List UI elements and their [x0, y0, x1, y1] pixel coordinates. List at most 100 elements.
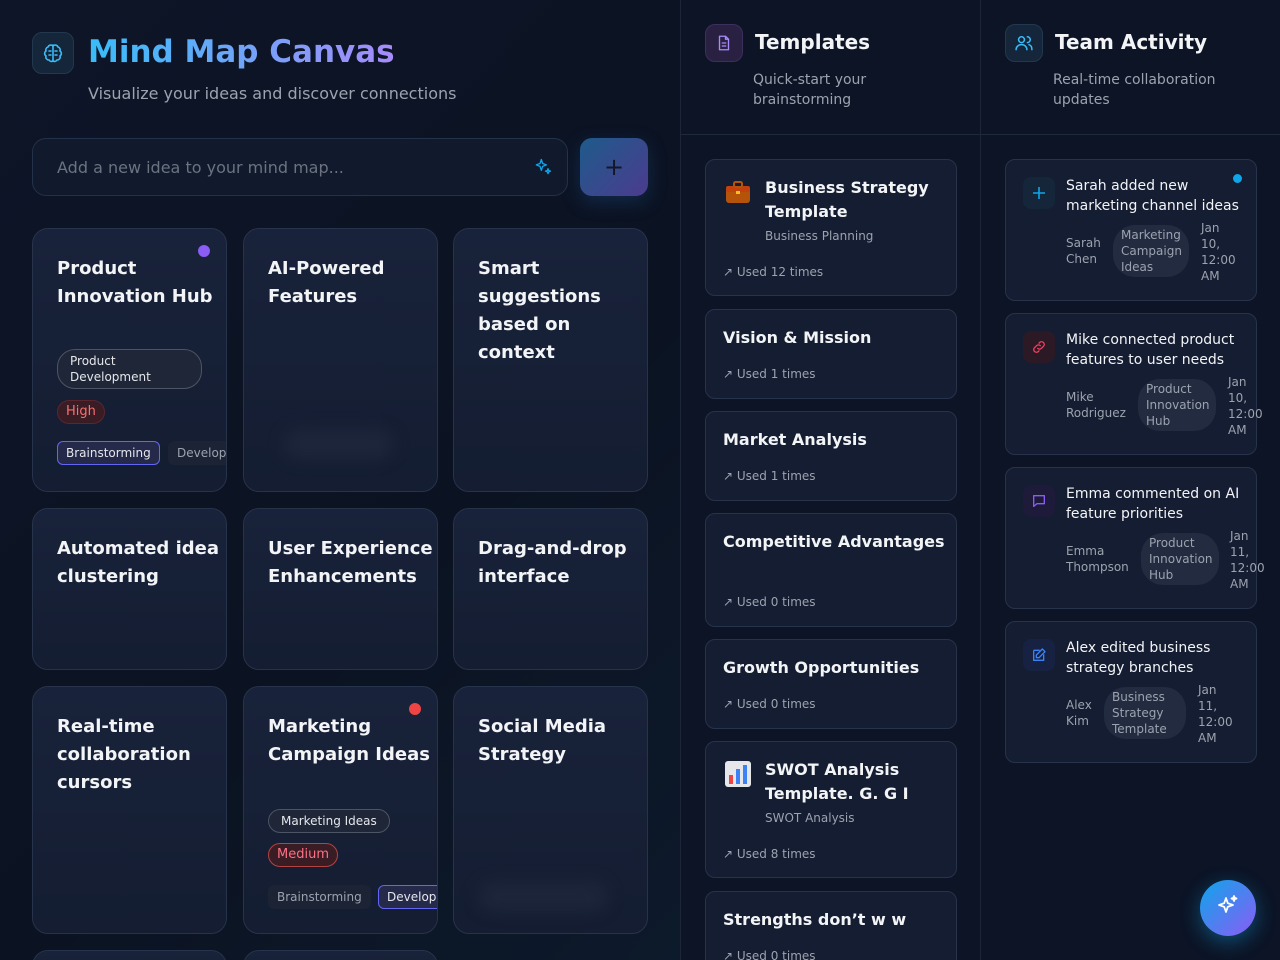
- activity-date: Jan 11, 12:00 AM: [1198, 683, 1233, 745]
- template-title: Vision & Mission: [723, 328, 872, 347]
- card-title: Drag-and-drop interface: [478, 538, 627, 587]
- template-title: Growth Opportunities: [723, 658, 920, 677]
- templates-panel: Templates Quick-start your brainstorming…: [680, 0, 980, 960]
- template-card[interactable]: SWOT Analysis Template. G. G I SWOT Anal…: [705, 741, 957, 878]
- template-usage: ↗ Used 8 times: [723, 847, 816, 861]
- stage-brainstorming[interactable]: Brainstorming: [268, 885, 371, 909]
- blurred-placeholder: [284, 429, 394, 459]
- link-icon: [1023, 331, 1055, 363]
- plus-icon: [1023, 177, 1055, 209]
- activity-reference[interactable]: Product Innovation Hub: [1141, 533, 1219, 585]
- template-usage: ↗ Used 1 times: [723, 367, 816, 381]
- activity-user: Emma Thompson: [1066, 544, 1129, 574]
- stage-developing[interactable]: Developing: [168, 441, 226, 465]
- idea-card[interactable]: User Experience Enhancements: [243, 508, 438, 670]
- trend-icon: ↗: [723, 697, 737, 711]
- priority-badge: High: [57, 400, 105, 424]
- card-title: Automated idea clustering: [57, 538, 219, 587]
- card-title: Marketing Campaign Ideas: [268, 716, 430, 765]
- idea-input-box: [32, 138, 568, 196]
- card-title: Social Media Strategy: [478, 716, 607, 765]
- activity-header: Team Activity Real-time collaboration up…: [981, 0, 1280, 135]
- activity-text: Emma commented on AI feature priorities: [1066, 486, 1240, 522]
- template-card[interactable]: Market Analysis ↗ Used 1 times: [705, 411, 957, 501]
- header: Mind Map Canvas Visualize your ideas and…: [32, 32, 652, 112]
- card-title: Smart suggestions based on context: [478, 258, 601, 363]
- idea-card[interactable]: [243, 950, 438, 960]
- activity-item[interactable]: Alex edited business strategy branches A…: [1005, 621, 1257, 763]
- edit-icon: [1023, 639, 1055, 671]
- activity-text: Sarah added new marketing channel ideas: [1066, 178, 1239, 214]
- activity-text: Alex edited business strategy branches: [1066, 640, 1211, 676]
- add-idea-button[interactable]: +: [580, 138, 648, 196]
- trend-icon: ↗: [723, 265, 737, 279]
- idea-card[interactable]: Automated idea clustering: [32, 508, 227, 670]
- activity-title: Team Activity: [1055, 30, 1208, 54]
- activity-reference[interactable]: Business Strategy Template: [1104, 687, 1186, 739]
- idea-card[interactable]: Real-time collaboration cursors: [32, 686, 227, 934]
- template-usage: ↗ Used 0 times: [723, 949, 816, 960]
- idea-card[interactable]: Product Innovation Hub Product Developme…: [32, 228, 227, 492]
- activity-item[interactable]: Emma commented on AI feature priorities …: [1005, 467, 1265, 609]
- trend-icon: ↗: [723, 949, 737, 960]
- card-title: AI-Powered Features: [268, 258, 385, 307]
- comment-icon: [1023, 485, 1055, 517]
- template-title: Market Analysis: [723, 430, 867, 449]
- template-card[interactable]: Business Strategy Template Business Plan…: [705, 159, 957, 296]
- template-title: Competitive Advantages: [723, 532, 945, 551]
- brain-icon: [32, 32, 74, 74]
- page-subtitle: Visualize your ideas and discover connec…: [88, 84, 457, 103]
- templates-subtitle: Quick-start your brainstorming: [753, 72, 867, 108]
- category-chip: Product Development: [57, 349, 202, 389]
- activity-reference[interactable]: Marketing Campaign Ideas: [1113, 225, 1189, 277]
- activity-subtitle: Real-time collaboration updates: [1053, 72, 1216, 108]
- sparkle-icon: [1216, 894, 1240, 922]
- blurred-placeholder: [478, 882, 608, 912]
- template-card[interactable]: Vision & Mission ↗ Used 1 times: [705, 309, 957, 399]
- status-dot: [198, 245, 210, 257]
- priority-badge: Medium: [268, 843, 338, 867]
- activity-user: Sarah Chen: [1066, 236, 1101, 266]
- ai-assistant-button[interactable]: [1200, 880, 1256, 936]
- status-dot: [409, 703, 421, 715]
- idea-card[interactable]: Marketing Campaign Ideas Marketing Ideas…: [243, 686, 438, 934]
- activity-panel: Team Activity Real-time collaboration up…: [980, 0, 1280, 960]
- trend-icon: ↗: [723, 469, 737, 483]
- users-icon: [1005, 24, 1043, 62]
- templates-title: Templates: [755, 30, 871, 54]
- sparkle-icon[interactable]: [533, 157, 553, 181]
- template-card[interactable]: Strengths don’t w w ↗ Used 0 times: [705, 891, 957, 960]
- bar-chart-icon: [723, 759, 753, 789]
- template-card[interactable]: Competitive Advantages ↗ Used 0 times: [705, 513, 957, 627]
- template-usage: ↗ Used 12 times: [723, 265, 824, 279]
- idea-card[interactable]: Smart suggestions based on context: [453, 228, 648, 492]
- mind-map-panel: Mind Map Canvas Visualize your ideas and…: [0, 0, 680, 960]
- activity-user: Mike Rodriguez: [1066, 390, 1126, 420]
- idea-card[interactable]: [32, 950, 227, 960]
- activity-text: Mike connected product features to user …: [1066, 332, 1235, 368]
- activity-date: Jan 11, 12:00 AM: [1230, 529, 1265, 591]
- trend-icon: ↗: [723, 367, 737, 381]
- stage-brainstorming[interactable]: Brainstorming: [57, 441, 160, 465]
- plus-icon: +: [603, 153, 625, 181]
- activity-item[interactable]: Mike connected product features to user …: [1005, 313, 1263, 455]
- template-usage: ↗ Used 0 times: [723, 595, 816, 609]
- templates-header: Templates Quick-start your brainstorming: [681, 0, 980, 135]
- briefcase-icon: [723, 177, 753, 207]
- template-title: Strengths don’t w w: [723, 910, 907, 929]
- activity-item[interactable]: Sarah added new marketing channel ideas …: [1005, 159, 1257, 301]
- activity-date: Jan 10, 12:00 AM: [1201, 221, 1236, 283]
- idea-card[interactable]: AI-Powered Features: [243, 228, 438, 492]
- activity-reference[interactable]: Product Innovation Hub: [1138, 379, 1216, 431]
- activity-user: Alex Kim: [1066, 698, 1092, 728]
- stage-developing[interactable]: Developing: [378, 885, 437, 909]
- template-usage: ↗ Used 0 times: [723, 697, 816, 711]
- trend-icon: ↗: [723, 847, 737, 861]
- trend-icon: ↗: [723, 595, 737, 609]
- idea-card[interactable]: Social Media Strategy: [453, 686, 648, 934]
- idea-card[interactable]: Drag-and-drop interface: [453, 508, 648, 670]
- template-card[interactable]: Growth Opportunities ↗ Used 0 times: [705, 639, 957, 729]
- template-usage: ↗ Used 1 times: [723, 469, 816, 483]
- idea-input[interactable]: [33, 139, 523, 195]
- card-title: Real-time collaboration cursors: [57, 716, 191, 793]
